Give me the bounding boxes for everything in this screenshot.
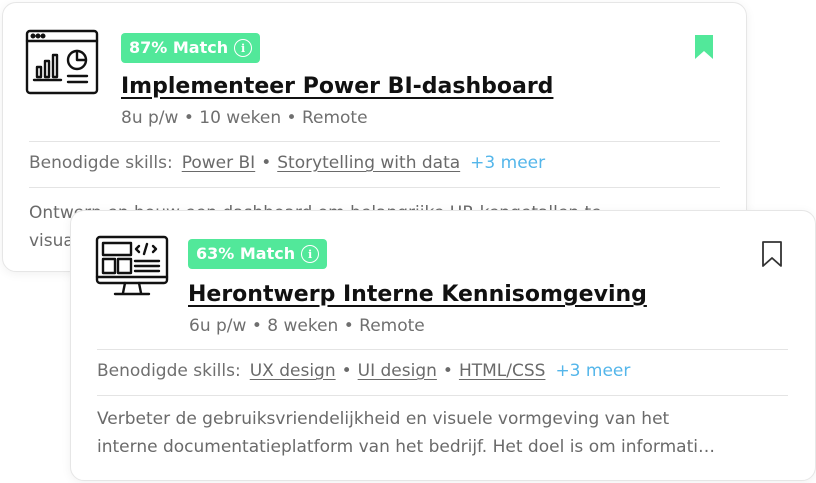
- project-title-link[interactable]: Herontwerp Interne Kennisomgeving: [188, 282, 647, 307]
- skills-row: Benodigde skills: Power BI • Storytellin…: [29, 153, 545, 173]
- divider: [97, 349, 788, 350]
- skill-link[interactable]: Storytelling with data: [277, 153, 460, 173]
- info-icon[interactable]: i: [234, 39, 253, 57]
- separator-dot: •: [442, 361, 453, 381]
- skills-label: Benodigde skills:: [29, 153, 173, 173]
- skill-link[interactable]: UI design: [358, 361, 437, 381]
- more-skills-link[interactable]: +3 meer: [555, 361, 630, 381]
- info-icon[interactable]: i: [301, 245, 320, 263]
- project-card-2[interactable]: 63% Match i Herontwerp Interne Kennisomg…: [70, 210, 816, 481]
- separator-dot: •: [341, 361, 352, 381]
- match-badge: 63% Match i: [188, 239, 328, 269]
- more-skills-link[interactable]: +3 meer: [470, 153, 545, 173]
- divider: [29, 187, 720, 188]
- match-badge: 87% Match i: [121, 33, 261, 63]
- skills-row: Benodigde skills: UX design • UI design …: [97, 361, 630, 381]
- skill-link[interactable]: HTML/CSS: [459, 361, 546, 381]
- project-title-link[interactable]: Implementeer Power BI-dashboard: [121, 74, 553, 99]
- project-description: Verbeter de gebruiksvriendelijkheid en v…: [97, 405, 787, 461]
- bookmark-filled-icon[interactable]: [693, 33, 715, 61]
- project-meta: 8u p/w • 10 weken • Remote: [121, 108, 368, 128]
- dashboard-chart-icon: [25, 29, 103, 99]
- description-line: interne documentatieplatform van het bed…: [97, 437, 715, 457]
- description-line: Verbeter de gebruiksvriendelijkheid en v…: [97, 409, 670, 429]
- project-meta: 6u p/w • 8 weken • Remote: [189, 316, 425, 336]
- monitor-code-icon: [95, 235, 169, 307]
- skill-link[interactable]: UX design: [250, 361, 336, 381]
- separator-dot: •: [261, 153, 272, 173]
- divider: [29, 141, 720, 142]
- skill-link[interactable]: Power BI: [182, 153, 255, 173]
- skills-label: Benodigde skills:: [97, 361, 241, 381]
- bookmark-outline-icon[interactable]: [761, 240, 783, 268]
- divider: [97, 395, 788, 396]
